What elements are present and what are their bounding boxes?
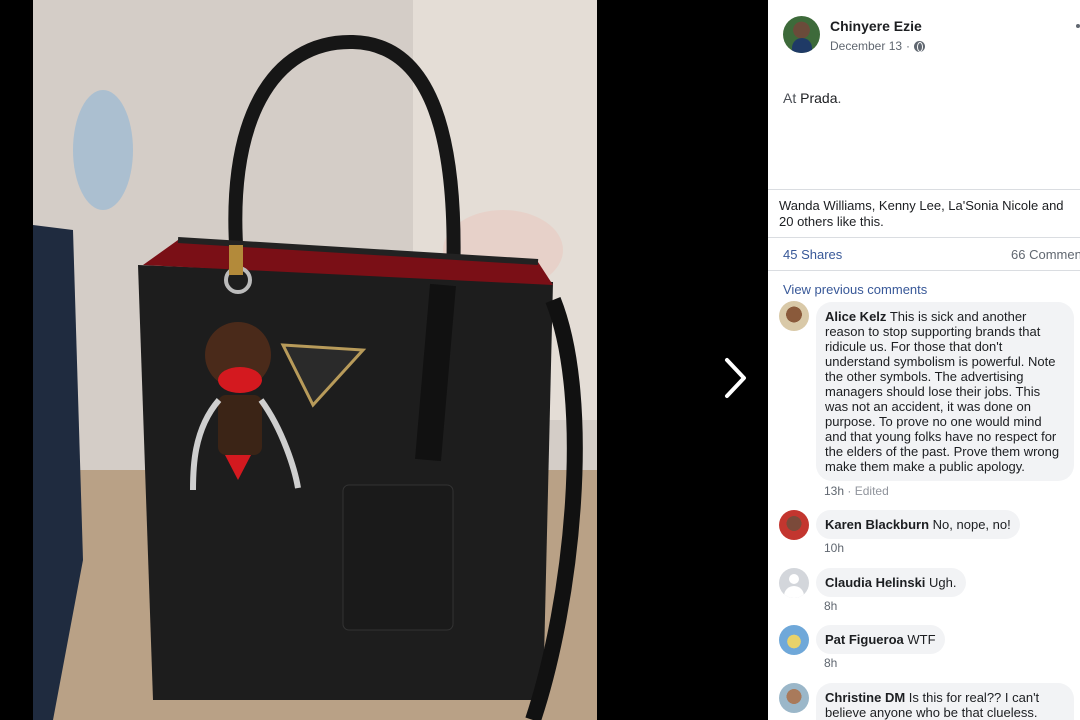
avatar[interactable] bbox=[779, 683, 809, 713]
post-text: At Prada. bbox=[783, 90, 841, 106]
post-text-prefix: At bbox=[783, 90, 797, 106]
avatar[interactable] bbox=[779, 625, 809, 655]
chevron-right-icon bbox=[725, 358, 746, 398]
comment-time[interactable]: 8h bbox=[824, 656, 837, 670]
comment-bubble: Pat Figueroa WTF bbox=[816, 625, 945, 654]
post-text-suffix: . bbox=[837, 90, 842, 106]
globe-icon bbox=[914, 40, 926, 52]
handbag-photo-illustration bbox=[33, 0, 597, 720]
author-avatar[interactable] bbox=[783, 16, 820, 53]
likes-divider bbox=[768, 189, 1080, 190]
post-photo[interactable] bbox=[33, 0, 597, 720]
commenter-name[interactable]: Claudia Helinski bbox=[825, 575, 925, 590]
post-date[interactable]: December 13 bbox=[830, 39, 902, 53]
comment-bubble: Alice Kelz This is sick and another reas… bbox=[816, 302, 1074, 481]
comment-time[interactable]: 10h bbox=[824, 541, 844, 555]
commenter-name[interactable]: Karen Blackburn bbox=[825, 517, 929, 532]
commenter-name[interactable]: Pat Figueroa bbox=[825, 632, 904, 647]
comment-bubble: Claudia Helinski Ugh. bbox=[816, 568, 966, 597]
meta-separator: · bbox=[847, 484, 852, 498]
shares-link[interactable]: 45 Shares bbox=[783, 247, 842, 262]
post-header: Chinyere Ezie December 13 · bbox=[768, 0, 1080, 70]
avatar[interactable] bbox=[779, 301, 809, 331]
comment-time[interactable]: 13h bbox=[824, 484, 844, 498]
comment-text: This is sick and another reason to stop … bbox=[825, 309, 1060, 474]
photo-viewer bbox=[0, 0, 768, 720]
post-meta: December 13 · bbox=[830, 39, 926, 53]
comment-text: Ugh. bbox=[929, 575, 957, 590]
more-options-icon[interactable] bbox=[1076, 24, 1080, 28]
post-panel: Chinyere Ezie December 13 · At Prada. Wa… bbox=[768, 0, 1080, 720]
avatar[interactable] bbox=[779, 510, 809, 540]
comments-count-link[interactable]: 66 Comments bbox=[1011, 247, 1080, 262]
edited-label[interactable]: Edited bbox=[855, 484, 889, 498]
comment-text: No, nope, no! bbox=[932, 517, 1011, 532]
likes-summary[interactable]: Wanda Williams, Kenny Lee, La'Sonia Nico… bbox=[779, 198, 1079, 230]
comment-bubble: Christine DM Is this for real?? I can't … bbox=[816, 683, 1074, 720]
comment-bubble: Karen Blackburn No, nope, no! bbox=[816, 510, 1020, 539]
author-name[interactable]: Chinyere Ezie bbox=[830, 18, 922, 34]
commenter-name[interactable]: Alice Kelz bbox=[825, 309, 886, 324]
engagement-counts: 45 Shares 66 Comments bbox=[768, 237, 1080, 271]
comment-time[interactable]: 8h bbox=[824, 599, 837, 613]
comment-meta: 13h · Edited bbox=[824, 484, 889, 498]
commenter-name[interactable]: Christine DM bbox=[825, 690, 905, 705]
meta-separator: · bbox=[906, 39, 911, 53]
avatar[interactable] bbox=[779, 568, 809, 598]
next-photo-button[interactable] bbox=[716, 352, 756, 404]
comment-text: WTF bbox=[907, 632, 936, 647]
post-place-link[interactable]: Prada bbox=[800, 90, 837, 106]
view-previous-comments-link[interactable]: View previous comments bbox=[783, 282, 927, 297]
